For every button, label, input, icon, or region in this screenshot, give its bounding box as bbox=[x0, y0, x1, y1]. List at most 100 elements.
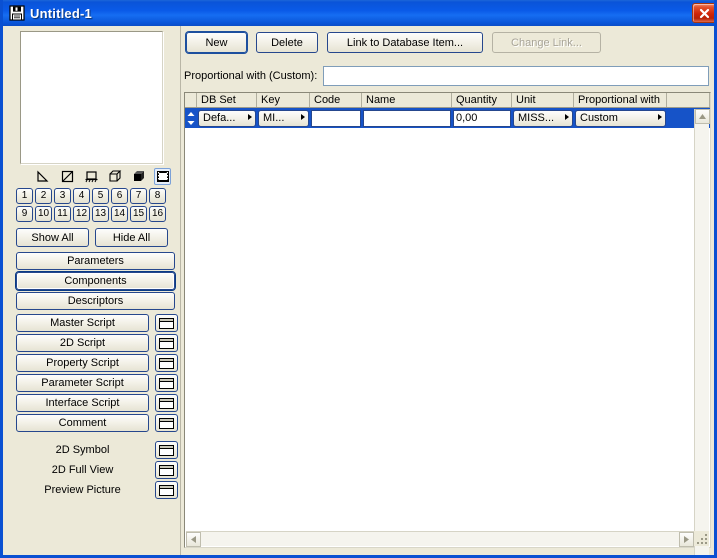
db-set-value: Defa... bbox=[203, 112, 236, 124]
interface-script-button[interactable]: Interface Script bbox=[16, 394, 149, 412]
elevation-view-icon[interactable] bbox=[83, 168, 100, 185]
2d-full-view-open-window-icon[interactable] bbox=[155, 461, 178, 479]
proportional-with-label: Proportional with (Custom): bbox=[184, 69, 318, 82]
cell-unit[interactable]: MISS... bbox=[512, 108, 574, 128]
2d-symbol-view-icon[interactable] bbox=[35, 168, 52, 185]
key-dropdown[interactable]: MI... bbox=[258, 109, 309, 127]
layer-button-13[interactable]: 13 bbox=[92, 206, 109, 222]
layer-button-4[interactable]: 4 bbox=[73, 188, 90, 204]
link-to-database-item-button[interactable]: Link to Database Item... bbox=[327, 32, 483, 53]
row-drag-handle-icon[interactable] bbox=[185, 108, 197, 128]
layer-button-15[interactable]: 15 bbox=[130, 206, 147, 222]
cell-quantity[interactable] bbox=[452, 108, 512, 128]
layer-button-1[interactable]: 1 bbox=[16, 188, 33, 204]
tab-components[interactable]: Components bbox=[15, 271, 176, 291]
property-script-button[interactable]: Property Script bbox=[16, 354, 149, 372]
view-row-2d-symbol: 2D Symbol bbox=[16, 441, 178, 459]
layer-button-8[interactable]: 8 bbox=[149, 188, 166, 204]
chevron-right-icon bbox=[247, 112, 253, 124]
2d-symbol-open-window-icon[interactable] bbox=[155, 441, 178, 459]
delete-button[interactable]: Delete bbox=[256, 32, 318, 53]
script-row-interface-script: Interface Script bbox=[16, 394, 178, 412]
wireframe-3d-view-icon[interactable] bbox=[106, 168, 123, 185]
quantity-input[interactable] bbox=[453, 109, 511, 127]
preview-thumbnail[interactable] bbox=[20, 31, 163, 164]
script-group-divider bbox=[16, 434, 178, 441]
new-button[interactable]: New bbox=[186, 32, 247, 53]
view-row-2d-full-view: 2D Full View bbox=[16, 461, 178, 479]
property-script-open-window-icon[interactable] bbox=[155, 354, 178, 372]
proportional-with-dropdown[interactable]: Custom bbox=[575, 109, 666, 127]
column-header-proportional-with[interactable]: Proportional with bbox=[574, 93, 667, 107]
master-script-open-window-icon[interactable] bbox=[155, 314, 178, 332]
preview-picture-open-window-icon[interactable] bbox=[155, 481, 178, 499]
code-input[interactable] bbox=[311, 109, 361, 127]
master-script-button[interactable]: Master Script bbox=[16, 314, 149, 332]
layer-button-3[interactable]: 3 bbox=[54, 188, 71, 204]
interface-script-open-window-icon[interactable] bbox=[155, 394, 178, 412]
column-header-name[interactable]: Name bbox=[362, 93, 452, 107]
column-header-code[interactable]: Code bbox=[310, 93, 362, 107]
proportional-with-value: Custom bbox=[580, 112, 618, 124]
2d-fill-view-icon[interactable] bbox=[59, 168, 76, 185]
unit-dropdown[interactable]: MISS... bbox=[513, 109, 573, 127]
solid-3d-view-icon[interactable] bbox=[130, 168, 147, 185]
scroll-up-icon[interactable] bbox=[695, 109, 710, 124]
script-row-2d-script: 2D Script bbox=[16, 334, 178, 352]
comment-button[interactable]: Comment bbox=[16, 414, 149, 432]
column-header-key[interactable]: Key bbox=[257, 93, 310, 107]
layer-visibility-controls: Show All Hide All bbox=[16, 228, 168, 247]
parameter-script-open-window-icon[interactable] bbox=[155, 374, 178, 392]
proportional-with-input[interactable] bbox=[323, 65, 709, 86]
2d-symbol-label: 2D Symbol bbox=[55, 444, 110, 456]
show-all-button[interactable]: Show All bbox=[16, 228, 89, 247]
cell-code[interactable] bbox=[310, 108, 362, 128]
cell-name[interactable] bbox=[362, 108, 452, 128]
layer-button-10[interactable]: 10 bbox=[35, 206, 52, 222]
column-header-unit[interactable]: Unit bbox=[512, 93, 574, 107]
scroll-right-icon[interactable] bbox=[679, 532, 694, 547]
layer-button-12[interactable]: 12 bbox=[73, 206, 90, 222]
layer-row-1: 1 2 3 4 5 6 7 8 bbox=[16, 188, 168, 204]
layer-button-7[interactable]: 7 bbox=[130, 188, 147, 204]
vertical-scrollbar[interactable] bbox=[694, 109, 710, 555]
layer-button-14[interactable]: 14 bbox=[111, 206, 128, 222]
comment-open-window-icon[interactable] bbox=[155, 414, 178, 432]
close-icon[interactable] bbox=[692, 3, 714, 23]
column-header-quantity[interactable]: Quantity bbox=[452, 93, 512, 107]
right-panel: New Delete Link to Database Item... Chan… bbox=[181, 26, 714, 555]
name-input[interactable] bbox=[363, 109, 451, 127]
tab-descriptors[interactable]: Descriptors bbox=[16, 292, 175, 310]
parameter-script-button[interactable]: Parameter Script bbox=[16, 374, 149, 392]
script-row-comment: Comment bbox=[16, 414, 178, 432]
horizontal-scrollbar[interactable] bbox=[186, 531, 694, 547]
hide-all-button[interactable]: Hide All bbox=[95, 228, 168, 247]
2d-script-open-window-icon[interactable] bbox=[155, 334, 178, 352]
db-set-dropdown[interactable]: Defa... bbox=[198, 109, 256, 127]
unit-value: MISS... bbox=[518, 112, 555, 124]
layer-button-2[interactable]: 2 bbox=[35, 188, 52, 204]
settings-tab-group: Parameters Components Descriptors bbox=[15, 252, 176, 312]
table-empty-area[interactable] bbox=[185, 128, 710, 543]
layer-button-5[interactable]: 5 bbox=[92, 188, 109, 204]
script-row-property-script: Property Script bbox=[16, 354, 178, 372]
row-handle-header bbox=[185, 93, 197, 107]
layer-button-16[interactable]: 16 bbox=[149, 206, 166, 222]
layer-button-11[interactable]: 11 bbox=[54, 206, 71, 222]
preview-picture-view-icon[interactable] bbox=[154, 167, 171, 185]
floppy-disk-icon bbox=[8, 4, 26, 22]
tab-parameters[interactable]: Parameters bbox=[16, 252, 175, 270]
cell-proportional-with[interactable]: Custom bbox=[574, 108, 667, 128]
layer-button-9[interactable]: 9 bbox=[16, 206, 33, 222]
cell-key[interactable]: MI... bbox=[257, 108, 310, 128]
table-row[interactable]: Defa... MI... 0,00 MISS... Custom bbox=[185, 108, 710, 128]
layer-button-6[interactable]: 6 bbox=[111, 188, 128, 204]
column-header-db-set[interactable]: DB Set bbox=[197, 93, 257, 107]
change-link-button: Change Link... bbox=[492, 32, 601, 53]
cell-db-set[interactable]: Defa... bbox=[197, 108, 257, 128]
resize-grip-icon[interactable] bbox=[694, 531, 709, 546]
scroll-left-icon[interactable] bbox=[186, 532, 201, 547]
2d-script-button[interactable]: 2D Script bbox=[16, 334, 149, 352]
preview-picture-label: Preview Picture bbox=[44, 484, 121, 496]
window-title: Untitled-1 bbox=[30, 5, 92, 21]
